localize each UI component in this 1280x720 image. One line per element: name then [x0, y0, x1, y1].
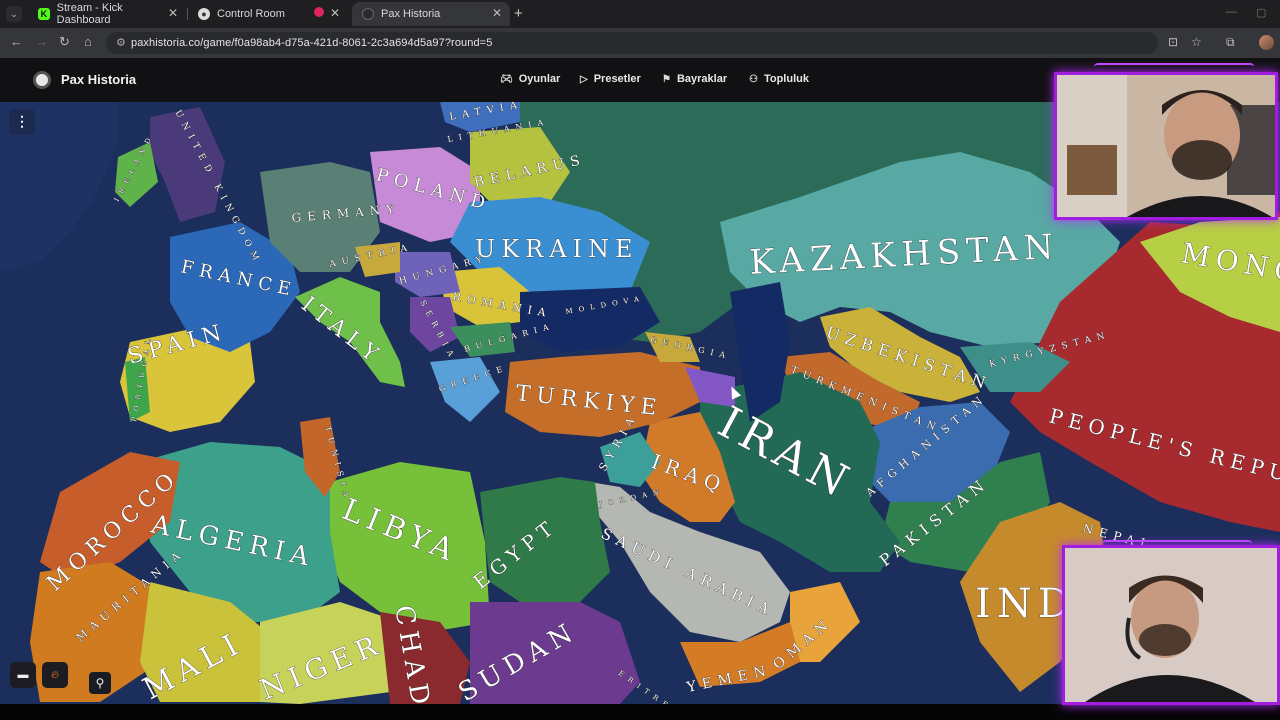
nav-label: Bayraklar — [676, 73, 728, 85]
close-tab-icon[interactable]: ✕ — [168, 6, 178, 20]
region-italy[interactable] — [295, 277, 405, 387]
kick-icon: K — [38, 8, 50, 20]
webcam-feed-image — [1065, 548, 1277, 702]
region-ireland[interactable] — [115, 142, 158, 207]
maximize-icon[interactable]: ▢ — [1256, 6, 1266, 19]
region-austria[interactable] — [355, 242, 400, 277]
globe-icon: ● — [198, 8, 210, 20]
map-search-icon[interactable]: ⚲ — [89, 672, 111, 694]
chat-icon[interactable]: ▬ — [10, 662, 36, 688]
region-bulgaria[interactable] — [450, 322, 515, 357]
profile-avatar[interactable] — [1259, 35, 1274, 50]
pax-historia-icon — [362, 8, 374, 20]
black-sea — [520, 287, 660, 352]
brand-name[interactable]: Pax Historia — [61, 72, 136, 87]
region-oman[interactable] — [790, 582, 860, 662]
new-tab-button[interactable]: + — [514, 5, 523, 22]
play-icon: ▷ — [580, 73, 588, 85]
region-egypt[interactable] — [480, 477, 610, 602]
webcam-feed-image — [1057, 75, 1275, 217]
people-icon: ⚇ — [749, 73, 758, 85]
region-united-kingdom[interactable] — [150, 107, 225, 222]
nav-label: Oyunlar — [518, 73, 561, 85]
site-info-icon[interactable]: ⚙ — [116, 36, 126, 49]
tab-kick-dashboard[interactable]: K Stream - Kick Dashboard ✕ — [28, 2, 186, 26]
gamepad-icon: 🎮︎ — [500, 73, 513, 85]
screen: ⌄ K Stream - Kick Dashboard ✕ ● Control … — [0, 0, 1280, 720]
tab-pax-historia[interactable]: Pax Historia ✕ — [352, 2, 510, 26]
nav-oyunlar[interactable]: 🎮︎ Oyunlar — [500, 73, 560, 85]
install-app-icon[interactable]: ⊡ — [1168, 35, 1178, 49]
close-tab-icon[interactable]: ✕ — [330, 6, 340, 20]
pax-historia-logo-icon[interactable] — [33, 71, 51, 89]
extensions-icon[interactable]: ⧉ — [1226, 35, 1235, 50]
address-bar[interactable]: ⚙ paxhistoria.co/game/f0a98ab4-d75a-421d… — [106, 32, 1158, 54]
region-greece[interactable] — [430, 357, 500, 422]
bottom-bar — [0, 704, 1280, 720]
tab-title: Stream - Kick Dashboard — [56, 2, 123, 26]
region-latvia[interactable] — [440, 102, 520, 132]
browser-toolbar: ← → ↻ ⌂ ⚙ paxhistoria.co/game/f0a98ab4-d… — [0, 28, 1280, 58]
tab-title: Pax Historia — [381, 8, 441, 20]
back-icon[interactable]: ← — [10, 34, 23, 49]
map-toolbar: ▬ 🔥︎ — [10, 662, 68, 688]
map-menu-button[interactable]: ⋮ — [9, 109, 35, 135]
url-text: paxhistoria.co/game/f0a98ab4-d75a-421d-8… — [131, 37, 493, 49]
close-tab-icon[interactable]: ✕ — [492, 6, 502, 20]
nav-topluluk[interactable]: ⚇ Topluluk — [749, 73, 809, 85]
browser-tab-strip: ⌄ K Stream - Kick Dashboard ✕ ● Control … — [0, 0, 1280, 28]
nav-bayraklar[interactable]: ⚑ Bayraklar — [662, 73, 727, 85]
nav-label: Presetler — [593, 73, 641, 85]
reload-icon[interactable]: ↻ — [59, 34, 70, 50]
region-sudan[interactable] — [470, 602, 640, 704]
tab-title: Control Room — [217, 8, 285, 20]
webcam-overlay-top — [1054, 72, 1278, 220]
nav-presetler[interactable]: ▷ Presetler — [580, 73, 641, 85]
region-hungary[interactable] — [395, 252, 460, 297]
tab-control-room[interactable]: ● Control Room ✕ — [188, 2, 348, 26]
forward-icon[interactable]: → — [35, 34, 48, 49]
webcam-overlay-bottom — [1062, 545, 1280, 705]
region-niger[interactable] — [260, 602, 400, 704]
recording-icon — [314, 7, 324, 17]
fire-icon[interactable]: 🔥︎ — [42, 662, 68, 688]
tab-search-icon[interactable]: ⌄ — [6, 6, 22, 22]
minimize-icon[interactable]: — — [1226, 6, 1237, 18]
flag-icon: ⚑ — [662, 73, 671, 85]
nav-label: Topluluk — [763, 73, 809, 85]
home-icon[interactable]: ⌂ — [84, 34, 92, 49]
bookmark-star-icon[interactable]: ☆ — [1191, 35, 1202, 49]
